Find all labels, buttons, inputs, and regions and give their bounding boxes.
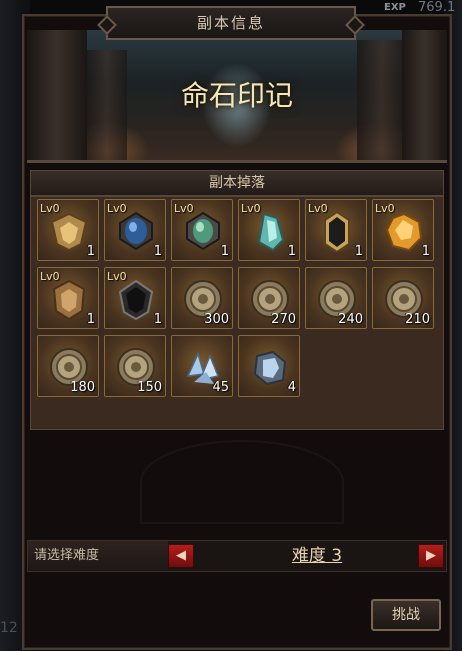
difficulty-prev-button[interactable]: ◀	[168, 544, 194, 568]
drop-item-slot[interactable]: 150	[104, 335, 166, 397]
drop-item-slot[interactable]: Lv0 1	[104, 267, 166, 329]
item-count: 1	[287, 244, 296, 259]
orange-gem-icon	[385, 212, 423, 252]
panel-ornament	[140, 440, 344, 524]
bronze-crest-gem-icon	[52, 279, 86, 320]
drop-item-slot[interactable]: 4	[238, 335, 300, 397]
challenge-button[interactable]: 挑战	[371, 599, 441, 631]
item-level: Lv0	[174, 202, 194, 215]
item-count: 300	[204, 312, 229, 327]
item-count: 180	[70, 380, 95, 395]
item-count: 1	[220, 244, 229, 259]
item-level: Lv0	[107, 202, 127, 215]
item-level: Lv0	[375, 202, 395, 215]
item-count: 210	[405, 312, 430, 327]
dungeon-name: 命石印记	[180, 79, 293, 112]
drop-item-slot[interactable]: Lv0 1	[37, 267, 99, 329]
dungeon-banner: 命石印记	[27, 30, 447, 162]
item-count: 1	[86, 244, 95, 259]
dialog-title: 副本信息	[106, 6, 356, 40]
drops-grid: Lv0 1 Lv0 1 Lv0 1 Lv0 1 Lv0 1 Lv0 1 Lv0 1 Lv0 1 300 270 24…	[30, 196, 444, 430]
drops-header: 副本掉落	[30, 170, 444, 196]
item-level: Lv0	[40, 202, 60, 215]
difficulty-selector: 请选择难度 ◀ 难度 3 ▶	[27, 540, 447, 572]
exp-label: EXP	[384, 2, 406, 13]
amber-crest-gem-icon	[50, 212, 88, 252]
item-level: Lv0	[241, 202, 261, 215]
drop-item-slot[interactable]: Lv0 1	[171, 199, 233, 261]
black-gem-icon	[118, 279, 154, 320]
item-count: 45	[212, 380, 229, 395]
difficulty-value[interactable]: 难度 3	[222, 541, 412, 571]
item-count: 1	[86, 312, 95, 327]
drop-item-slot[interactable]: Lv0 1	[104, 199, 166, 261]
drop-item-slot[interactable]: Lv0 1	[37, 199, 99, 261]
item-count: 1	[153, 312, 162, 327]
background-number: 12	[0, 620, 18, 636]
teal-crystal-icon	[257, 212, 285, 252]
drop-item-slot[interactable]: Lv0 1	[372, 199, 434, 261]
drop-item-slot[interactable]: 300	[171, 267, 233, 329]
item-count: 4	[287, 380, 296, 395]
difficulty-label: 请选择难度	[28, 541, 168, 571]
banner-divider	[27, 160, 447, 163]
exp-value: 769.1	[418, 0, 456, 15]
item-count: 270	[271, 312, 296, 327]
puzzle-crystal-icon	[253, 350, 287, 386]
item-level: Lv0	[308, 202, 328, 215]
item-count: 1	[153, 244, 162, 259]
item-count: 1	[354, 244, 363, 259]
drop-item-slot[interactable]: 210	[372, 267, 434, 329]
item-level: Lv0	[107, 270, 127, 283]
green-gem-icon	[186, 211, 220, 251]
item-level: Lv0	[40, 270, 60, 283]
drop-item-slot[interactable]: 270	[238, 267, 300, 329]
drop-item-slot[interactable]: 45	[171, 335, 233, 397]
item-count: 240	[338, 312, 363, 327]
item-count: 150	[137, 380, 162, 395]
difficulty-next-button[interactable]: ▶	[418, 544, 444, 568]
item-count: 1	[421, 244, 430, 259]
dark-crystal-icon	[324, 210, 350, 252]
drop-item-slot[interactable]: 240	[305, 267, 367, 329]
drop-item-slot[interactable]: Lv0 1	[305, 199, 367, 261]
drop-item-slot[interactable]: 180	[37, 335, 99, 397]
blue-gem-icon	[119, 211, 153, 251]
drop-item-slot[interactable]: Lv0 1	[238, 199, 300, 261]
